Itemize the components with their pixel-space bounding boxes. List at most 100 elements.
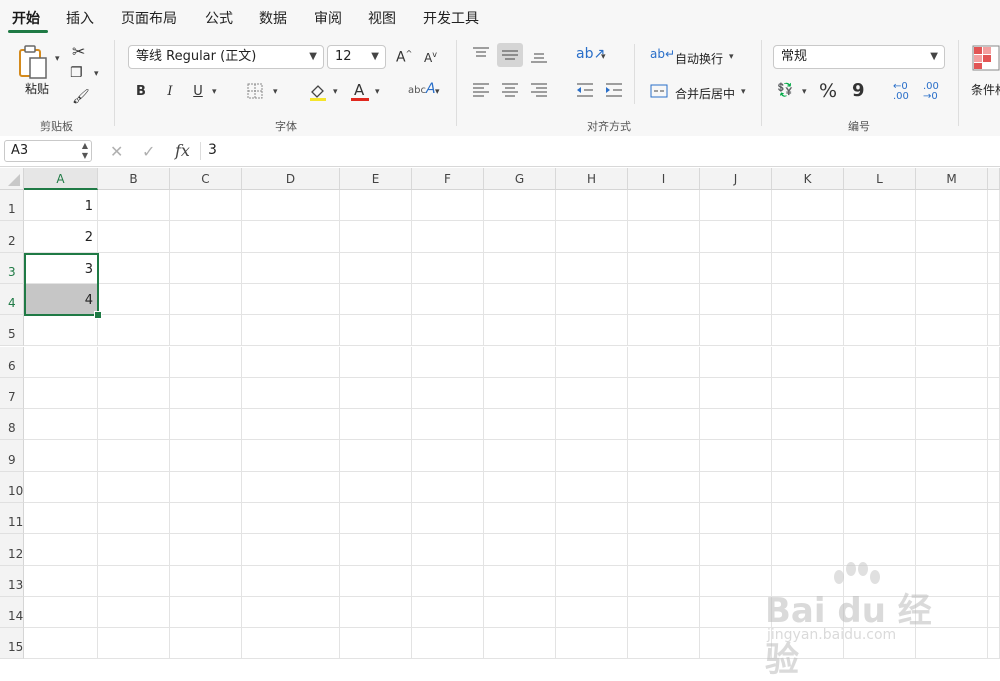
- cell-c10[interactable]: [170, 471, 242, 503]
- row-header-2[interactable]: 2: [0, 221, 24, 253]
- cell-e10[interactable]: [340, 471, 412, 503]
- cell-d7[interactable]: [242, 377, 340, 410]
- phonetic-caret-icon[interactable]: ▾: [435, 87, 440, 97]
- cell-d5[interactable]: [242, 315, 340, 347]
- row-header-8[interactable]: 8: [0, 409, 24, 441]
- cell-d4[interactable]: [242, 283, 340, 316]
- cell-e8[interactable]: [340, 409, 412, 441]
- cell-g7[interactable]: [484, 377, 556, 410]
- wrap-text-caret-icon[interactable]: ▾: [729, 52, 734, 62]
- cell-k3[interactable]: [772, 252, 844, 284]
- cell-k1[interactable]: [772, 190, 844, 222]
- cell-d8[interactable]: [242, 409, 340, 441]
- cell-e11[interactable]: [340, 503, 412, 535]
- increase-indent-button[interactable]: [605, 82, 623, 98]
- tab-developer[interactable]: 开发工具: [423, 8, 479, 28]
- cell-k4[interactable]: [772, 283, 844, 316]
- accounting-caret-icon[interactable]: ▾: [802, 87, 807, 97]
- tab-review[interactable]: 审阅: [314, 8, 342, 28]
- increase-font-size-icon[interactable]: A^: [396, 50, 412, 65]
- cell-b1[interactable]: [98, 190, 170, 222]
- cell-h9[interactable]: [556, 440, 628, 472]
- cell-d3[interactable]: [242, 252, 340, 284]
- cell-g4[interactable]: [484, 283, 556, 316]
- cell-k9[interactable]: [772, 440, 844, 472]
- column-header-d[interactable]: D: [242, 168, 340, 190]
- cell-c12[interactable]: [170, 534, 242, 566]
- decrease-font-size-icon[interactable]: Av: [424, 51, 437, 65]
- cell-m4[interactable]: [916, 283, 988, 316]
- cell-j11[interactable]: [700, 503, 772, 535]
- cell-i15[interactable]: [628, 628, 700, 660]
- cell-f9[interactable]: [412, 440, 484, 472]
- cell-i7[interactable]: [628, 377, 700, 410]
- cell-f4[interactable]: [412, 283, 484, 316]
- cell-e5[interactable]: [340, 315, 412, 347]
- cell-b5[interactable]: [98, 315, 170, 347]
- cell-c5[interactable]: [170, 315, 242, 347]
- cell-g1[interactable]: [484, 190, 556, 222]
- cell-g12[interactable]: [484, 534, 556, 566]
- cell-overflow[interactable]: [988, 503, 1000, 535]
- cell-h14[interactable]: [556, 596, 628, 629]
- row-header-10[interactable]: 10: [0, 471, 24, 503]
- cell-c6[interactable]: [170, 346, 242, 378]
- cell-h7[interactable]: [556, 377, 628, 410]
- cell-e12[interactable]: [340, 534, 412, 566]
- row-header-12[interactable]: 12: [0, 534, 24, 566]
- cell-b6[interactable]: [98, 346, 170, 378]
- paste-button[interactable]: [16, 44, 52, 80]
- cell-l6[interactable]: [844, 346, 916, 378]
- cell-a6[interactable]: [24, 346, 98, 378]
- cell-e4[interactable]: [340, 283, 412, 316]
- cell-f2[interactable]: [412, 221, 484, 253]
- cell-l5[interactable]: [844, 315, 916, 347]
- conditional-formatting-button[interactable]: [972, 44, 1000, 74]
- cell-b4[interactable]: [98, 283, 170, 316]
- cell-f14[interactable]: [412, 596, 484, 629]
- cell-m5[interactable]: [916, 315, 988, 347]
- cell-k10[interactable]: [772, 471, 844, 503]
- row-header-5[interactable]: 5: [0, 315, 24, 347]
- cell-h11[interactable]: [556, 503, 628, 535]
- underline-options-caret-icon[interactable]: ▾: [212, 87, 217, 97]
- cell-c9[interactable]: [170, 440, 242, 472]
- align-center-button[interactable]: [501, 82, 519, 98]
- tab-insert[interactable]: 插入: [66, 8, 94, 28]
- cell-e15[interactable]: [340, 628, 412, 660]
- cell-overflow[interactable]: [988, 440, 1000, 472]
- cell-j5[interactable]: [700, 315, 772, 347]
- number-format-select[interactable]: 常规 ▼: [773, 45, 945, 69]
- cell-overflow[interactable]: [988, 409, 1000, 441]
- cell-g9[interactable]: [484, 440, 556, 472]
- increase-decimal-icon[interactable]: ←0.00: [893, 82, 909, 102]
- cell-d1[interactable]: [242, 190, 340, 222]
- cell-overflow[interactable]: [988, 221, 1000, 253]
- cell-d13[interactable]: [242, 565, 340, 597]
- cell-overflow[interactable]: [988, 252, 1000, 284]
- cell-c15[interactable]: [170, 628, 242, 660]
- cell-b13[interactable]: [98, 565, 170, 597]
- cell-j15[interactable]: [700, 628, 772, 660]
- phonetic-guide-icon[interactable]: abcA: [408, 82, 436, 96]
- row-header-9[interactable]: 9: [0, 440, 24, 472]
- cell-a4[interactable]: 4: [24, 283, 98, 316]
- cell-j7[interactable]: [700, 377, 772, 410]
- cell-i2[interactable]: [628, 221, 700, 253]
- cell-a8[interactable]: [24, 409, 98, 441]
- cell-i14[interactable]: [628, 596, 700, 629]
- column-header-k[interactable]: K: [772, 168, 844, 190]
- column-header-l[interactable]: L: [844, 168, 916, 190]
- align-top-button[interactable]: [472, 46, 490, 62]
- cell-b8[interactable]: [98, 409, 170, 441]
- cell-c2[interactable]: [170, 221, 242, 253]
- tab-page-layout[interactable]: 页面布局: [121, 8, 177, 28]
- wrap-text-button[interactable]: 自动换行: [675, 50, 723, 67]
- cell-d14[interactable]: [242, 596, 340, 629]
- cell-i1[interactable]: [628, 190, 700, 222]
- row-header-4[interactable]: 4: [0, 283, 24, 316]
- cell-d11[interactable]: [242, 503, 340, 535]
- cell-l10[interactable]: [844, 471, 916, 503]
- column-header-h[interactable]: H: [556, 168, 628, 190]
- cell-g5[interactable]: [484, 315, 556, 347]
